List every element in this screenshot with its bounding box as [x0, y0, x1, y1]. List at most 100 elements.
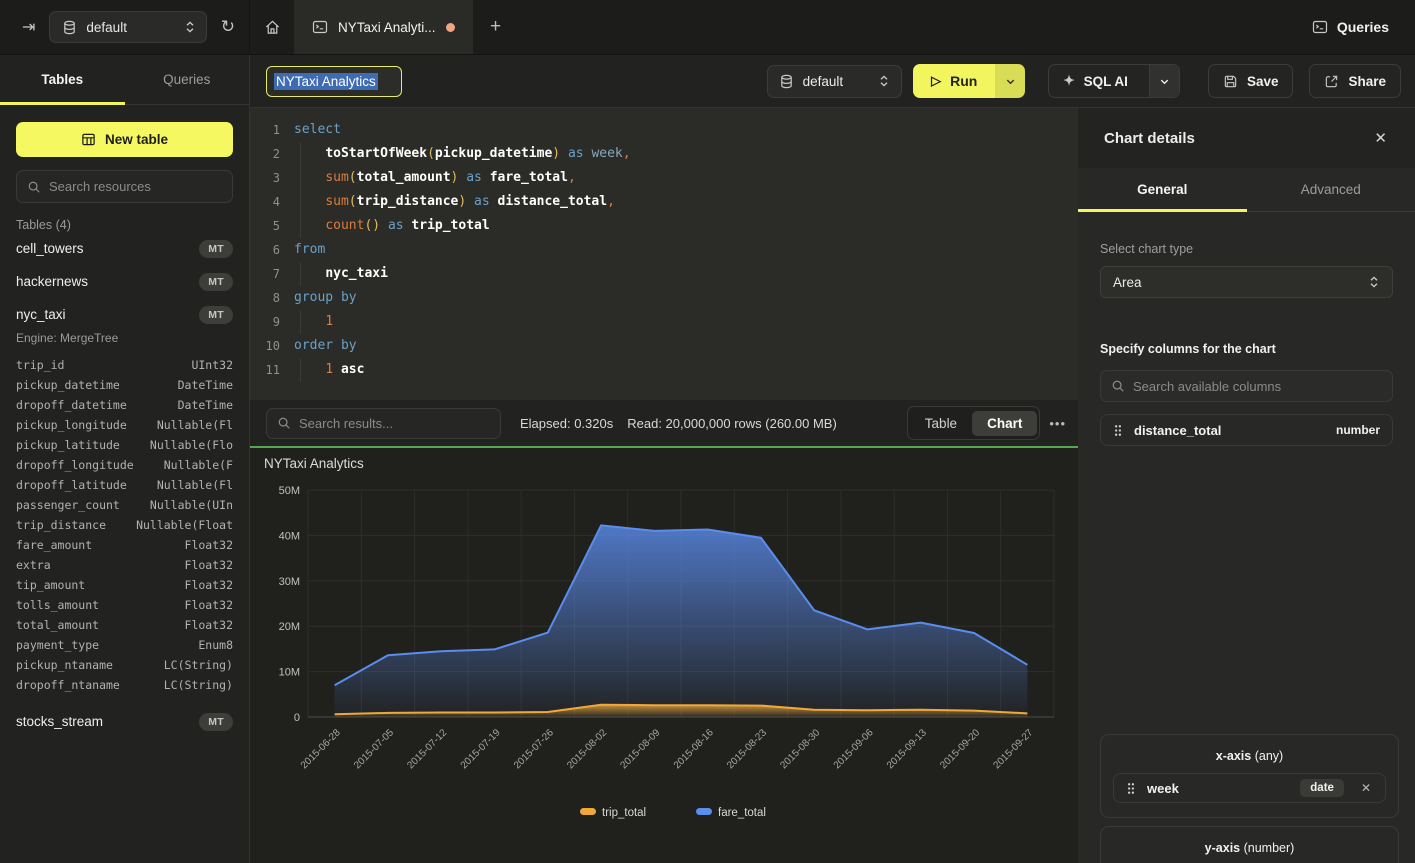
column-type: Float32 [177, 575, 233, 595]
table-item[interactable]: stocks_streamMT [0, 705, 249, 738]
share-icon [1324, 74, 1339, 89]
more-options-icon[interactable]: ••• [1049, 416, 1066, 431]
queries-link[interactable]: Queries [1286, 19, 1415, 35]
view-toggle: Table Chart [907, 406, 1041, 440]
column-row[interactable]: tip_amount Float32 [16, 575, 233, 595]
topbar-database-value: default [86, 20, 174, 35]
sql-ai-options-button[interactable] [1149, 65, 1179, 97]
column-row[interactable]: dropoff_longitudeNullable(F [16, 455, 233, 475]
svg-text:2015-08-23: 2015-08-23 [725, 727, 769, 771]
table-view-button[interactable]: Table [910, 411, 972, 436]
column-row[interactable]: fare_amountFloat32 [16, 535, 233, 555]
column-name: pickup_ntaname [16, 655, 113, 675]
tab-general[interactable]: General [1078, 168, 1247, 211]
line-number: 3 [250, 166, 280, 190]
columns-search[interactable] [1100, 370, 1393, 402]
resource-search[interactable] [16, 170, 233, 203]
svg-text:2015-07-26: 2015-07-26 [512, 727, 556, 771]
chart-details-body: Select chart type Area Specify columns f… [1078, 242, 1415, 863]
column-name: fare_amount [16, 535, 92, 555]
database-icon [779, 74, 794, 89]
column-chip[interactable]: weekdate✕ [1113, 773, 1386, 803]
svg-text:2015-08-02: 2015-08-02 [565, 727, 609, 771]
run-button-group: ▷ Run [913, 64, 1025, 98]
column-row[interactable]: passenger_countNullable(UIn [16, 495, 233, 515]
sparkle-icon: ✦ [1063, 73, 1074, 89]
column-row[interactable]: pickup_latitudeNullable(Flo [16, 435, 233, 455]
toolbar-database-selector[interactable]: default [767, 65, 903, 98]
sidebar-tab-tables[interactable]: Tables [0, 55, 125, 104]
column-chip[interactable]: distance_totalnumber [1100, 414, 1393, 446]
column-row[interactable]: dropoff_latitudeNullable(Fl [16, 475, 233, 495]
column-row[interactable]: tolls_amountFloat32 [16, 595, 233, 615]
database-icon [62, 20, 77, 35]
table-item[interactable]: nyc_taxiMT [0, 298, 249, 331]
column-row[interactable]: pickup_datetimeDateTime [16, 375, 233, 395]
svg-text:trip_total: trip_total [602, 807, 646, 819]
unsaved-indicator-dot [446, 23, 455, 32]
column-row[interactable]: trip_idUInt32 [16, 355, 233, 375]
query-title-input[interactable]: NYTaxi Analytics [266, 66, 402, 97]
results-search-input[interactable] [299, 416, 490, 431]
sql-ai-button-group: ✦ SQL AI [1048, 64, 1180, 98]
terminal-icon [312, 19, 328, 35]
refresh-icon[interactable]: ↻ [221, 17, 235, 37]
results-chart[interactable]: 010M20M30M40M50M2015-06-282015-07-052015… [250, 448, 1078, 863]
run-button[interactable]: ▷ Run [913, 64, 995, 98]
share-label: Share [1348, 74, 1386, 89]
home-icon [264, 19, 281, 36]
updown-chevron-icon [184, 20, 196, 34]
chart-type-select[interactable]: Area [1100, 266, 1393, 298]
sidebar-tabs: Tables Queries [0, 55, 249, 105]
close-icon[interactable]: ✕ [1374, 129, 1387, 147]
column-type: Nullable(Fl [149, 415, 233, 435]
svg-text:10M: 10M [279, 667, 300, 679]
x-axis-card: x-axis (any) weekdate✕ [1100, 734, 1399, 818]
column-row[interactable]: trip_distanceNullable(Float [16, 515, 233, 535]
chart-view-button[interactable]: Chart [972, 411, 1037, 436]
column-row[interactable]: payment_typeEnum8 [16, 635, 233, 655]
column-name: dropoff_datetime [16, 395, 127, 415]
topbar-database-selector[interactable]: default [49, 11, 206, 43]
chart-type-value: Area [1113, 275, 1368, 290]
home-button[interactable] [250, 0, 294, 54]
column-row[interactable]: pickup_ntanameLC(String) [16, 655, 233, 675]
top-bar: ⇥ default ↻ [0, 0, 1415, 55]
table-item[interactable]: hackernewsMT [0, 265, 249, 298]
column-type: Float32 [177, 595, 233, 615]
column-name: pickup_datetime [16, 375, 120, 395]
columns-search-input[interactable] [1133, 379, 1382, 394]
resource-search-input[interactable] [49, 179, 225, 194]
new-tab-button[interactable]: + [473, 0, 519, 54]
tab-advanced[interactable]: Advanced [1247, 168, 1415, 211]
collapse-sidebar-icon[interactable]: ⇥ [22, 17, 35, 37]
column-row[interactable]: dropoff_datetimeDateTime [16, 395, 233, 415]
share-button[interactable]: Share [1309, 64, 1401, 98]
sql-ai-label: SQL AI [1084, 74, 1128, 89]
sidebar-tab-queries[interactable]: Queries [125, 55, 250, 104]
column-row[interactable]: total_amountFloat32 [16, 615, 233, 635]
line-number: 6 [250, 238, 280, 262]
tab-nytaxi-analytics[interactable]: NYTaxi Analyti... [294, 0, 473, 54]
run-options-button[interactable] [995, 64, 1025, 98]
column-chip-name: distance_total [1134, 423, 1221, 438]
column-row[interactable]: dropoff_ntanameLC(String) [16, 675, 233, 695]
table-name: hackernews [16, 274, 88, 289]
column-name: tip_amount [16, 575, 85, 595]
line-number: 2 [250, 142, 280, 166]
remove-icon[interactable]: ✕ [1359, 779, 1373, 797]
save-button[interactable]: Save [1208, 64, 1294, 98]
tab-title: NYTaxi Analyti... [338, 20, 436, 35]
column-row[interactable]: pickup_longitudeNullable(Fl [16, 415, 233, 435]
column-row[interactable]: extraFloat32 [16, 555, 233, 575]
sql-editor[interactable]: 1234567891011 select toStartOfWeek(picku… [250, 108, 1078, 400]
column-type: Nullable(Fl [149, 475, 233, 495]
results-search[interactable] [266, 408, 501, 439]
results-toolbar: Elapsed: 0.320s Read: 20,000,000 rows (2… [250, 400, 1078, 446]
table-item[interactable]: cell_towersMT [0, 232, 249, 265]
editor-code: select toStartOfWeek(pickup_datetime) as… [294, 118, 1078, 382]
line-number: 5 [250, 214, 280, 238]
table-name: cell_towers [16, 241, 84, 256]
sql-ai-button[interactable]: ✦ SQL AI [1049, 65, 1140, 97]
new-table-button[interactable]: New table [16, 122, 233, 157]
